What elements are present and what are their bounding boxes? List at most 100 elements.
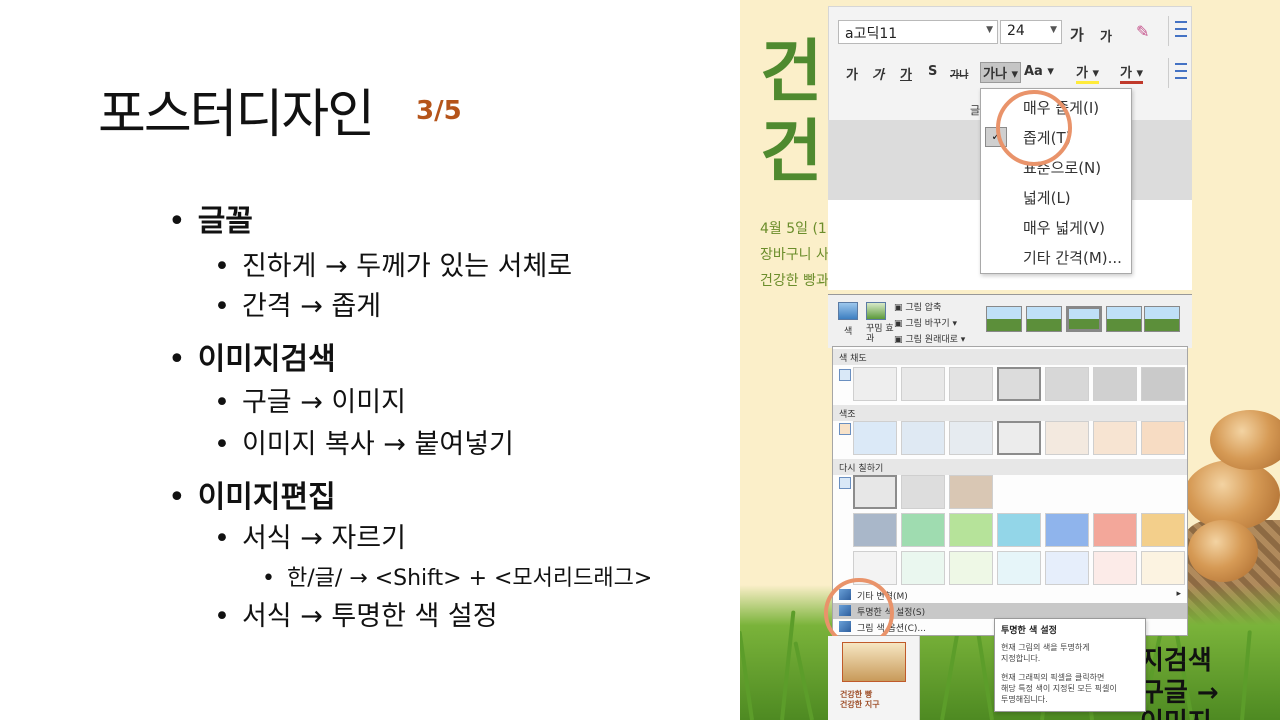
reset-picture-button[interactable]: ▣ 그림 원래대로 ▾ xyxy=(894,332,965,345)
chevron-down-icon: ▼ xyxy=(1050,25,1057,35)
recolor-swatch[interactable] xyxy=(1141,513,1185,547)
compress-picture-button[interactable]: ▣ 그림 압축 xyxy=(894,300,941,313)
highlight-circle xyxy=(996,90,1072,166)
recolor-swatch[interactable] xyxy=(997,551,1041,585)
reset-label: 그림 원래대로 xyxy=(905,335,958,345)
recolor-swatch[interactable] xyxy=(1045,551,1089,585)
tooltip-line: 현재 그래픽의 픽셀을 클릭하면 xyxy=(1001,673,1105,682)
tone-swatch[interactable] xyxy=(949,421,993,455)
tone-swatch[interactable] xyxy=(1045,421,1089,455)
chevron-down-icon: ▼ xyxy=(986,25,993,35)
recolor-swatch[interactable] xyxy=(901,513,945,547)
recolor-swatch[interactable] xyxy=(997,513,1041,547)
saturation-swatch[interactable] xyxy=(949,367,993,401)
picture-icon xyxy=(839,369,851,381)
align-icon[interactable] xyxy=(1168,58,1192,88)
highlight-label: 가 xyxy=(1076,66,1088,81)
shadow-button[interactable]: S xyxy=(928,64,937,79)
tone-swatch[interactable] xyxy=(901,421,945,455)
spacing-loose[interactable]: 넓게(L) xyxy=(1023,187,1071,208)
bullet-font: 글꼴 xyxy=(168,196,253,240)
change-label: 그림 바꾸기 xyxy=(905,319,950,329)
bullet-image-search: 이미지검색 xyxy=(168,334,336,378)
shrink-font-button[interactable]: 가 xyxy=(1100,26,1112,45)
tone-swatch[interactable] xyxy=(1141,421,1185,455)
recolor-swatch[interactable] xyxy=(901,551,945,585)
picture-icon xyxy=(839,477,851,489)
recolor-swatch[interactable] xyxy=(901,475,945,509)
recolor-swatch[interactable] xyxy=(949,551,993,585)
font-name-dropdown[interactable]: a고딕11 ▼ xyxy=(838,20,998,44)
tone-swatch[interactable] xyxy=(853,421,897,455)
recolor-swatch[interactable] xyxy=(1093,551,1137,585)
tone-swatch[interactable] xyxy=(1093,421,1137,455)
saturation-swatch[interactable] xyxy=(901,367,945,401)
tone-swatch[interactable] xyxy=(997,421,1041,455)
tooltip-line: 현재 그림의 색을 투명하게 xyxy=(1001,643,1090,652)
underline-button[interactable]: 가 xyxy=(900,64,912,83)
bread-image xyxy=(1210,410,1280,470)
bold-button[interactable]: 가 xyxy=(846,64,858,83)
italic-button[interactable]: 가 xyxy=(872,64,884,83)
spacing-more[interactable]: 기타 간격(M)... xyxy=(1023,247,1122,268)
section-tone: 색조 xyxy=(833,405,1187,421)
picture-style-thumb[interactable] xyxy=(1106,306,1142,332)
color-icon[interactable] xyxy=(838,302,858,320)
artistic-effects-icon[interactable] xyxy=(866,302,886,320)
chevron-right-icon: ▸ xyxy=(1176,589,1181,599)
compress-label: 그림 압축 xyxy=(905,303,942,313)
recolor-swatch[interactable] xyxy=(949,513,993,547)
char-spacing-button[interactable]: 가나 ▾ xyxy=(980,62,1021,83)
recolor-swatch[interactable] xyxy=(853,513,897,547)
bullet-image-edit: 이미지편집 xyxy=(168,472,336,516)
font-group-label: 글 xyxy=(970,104,981,117)
artistic-effects-button[interactable]: 꾸밈 효과 xyxy=(866,324,894,344)
picture-style-thumb[interactable] xyxy=(1066,306,1102,332)
change-case-button[interactable]: Aa ▾ xyxy=(1024,64,1054,79)
recolor-swatch[interactable] xyxy=(1045,513,1089,547)
clear-format-button[interactable]: ✎ xyxy=(1136,22,1149,41)
font-color-label: 가 xyxy=(1120,66,1132,81)
recolor-swatch[interactable] xyxy=(1093,513,1137,547)
char-spacing-label: 가나 xyxy=(983,67,1007,82)
font-size-dropdown[interactable]: 24 ▼ xyxy=(1000,20,1062,44)
recolor-swatch[interactable] xyxy=(853,475,897,509)
bullet-transparent-color: 서식 → 투명한 색 설정 xyxy=(214,594,498,633)
change-case-label: Aa xyxy=(1024,64,1043,79)
font-color-button[interactable]: 가 ▾ xyxy=(1120,62,1144,84)
highlight-color-button[interactable]: 가 ▾ xyxy=(1076,62,1100,84)
saturation-swatch[interactable] xyxy=(1093,367,1137,401)
picture-style-thumb[interactable] xyxy=(1026,306,1062,332)
saturation-swatch[interactable] xyxy=(1141,367,1185,401)
saturation-swatch[interactable] xyxy=(1045,367,1089,401)
grow-font-button[interactable]: 가 xyxy=(1070,24,1084,45)
saturation-swatch[interactable] xyxy=(997,367,1041,401)
section-recolor: 다시 칠하기 xyxy=(833,459,1187,475)
bread-image xyxy=(1184,460,1280,530)
tooltip-line: 해당 특정 색이 지정된 모든 픽셀이 xyxy=(1001,684,1117,693)
bullet-google-image: 구글 → 이미지 xyxy=(214,380,406,419)
poster-side-text: 이미지 xyxy=(1140,702,1212,720)
transparent-color-tooltip: 투명한 색 설정 현재 그림의 색을 투명하게 지정합니다. 현재 그래픽의 픽… xyxy=(994,618,1146,712)
bullet-copy-paste: 이미지 복사 → 붙여넣기 xyxy=(214,422,514,461)
bullet-hangul-shift: 한/글/ → <Shift> + <모서리드래그> xyxy=(262,560,652,592)
bullets-icon[interactable] xyxy=(1168,16,1192,46)
slide-thumbnail[interactable] xyxy=(842,642,906,682)
recolor-swatch[interactable] xyxy=(949,475,993,509)
bread-image xyxy=(1188,520,1258,582)
strikethrough-button[interactable]: 가나 xyxy=(950,66,968,81)
color-button[interactable]: 색 xyxy=(844,324,852,337)
thumbnail-line: 건강한 지구 xyxy=(840,700,880,709)
poster-bread-line: 건강한 빵과 xyxy=(760,273,829,289)
change-picture-button[interactable]: ▣ 그림 바꾸기 ▾ xyxy=(894,316,957,329)
spacing-very-loose[interactable]: 매우 넓게(V) xyxy=(1023,217,1105,238)
picture-icon xyxy=(839,423,851,435)
recolor-swatch[interactable] xyxy=(1141,551,1185,585)
picture-style-thumb[interactable] xyxy=(1144,306,1180,332)
section-saturation: 색 채도 xyxy=(833,349,1187,365)
picture-style-thumb[interactable] xyxy=(986,306,1022,332)
font-size-value: 24 xyxy=(1007,23,1025,39)
saturation-swatch[interactable] xyxy=(853,367,897,401)
tooltip-line: 지정합니다. xyxy=(1001,654,1041,663)
poster-bag-line: 장바구니 사 xyxy=(760,247,829,263)
